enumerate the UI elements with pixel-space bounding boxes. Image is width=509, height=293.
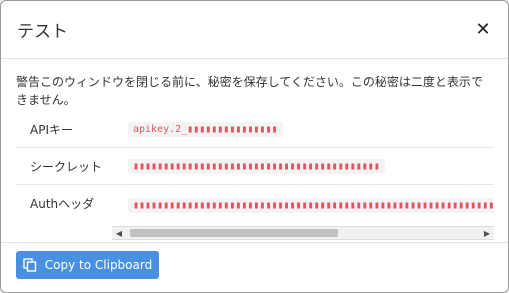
secret-label: シークレット bbox=[30, 159, 103, 174]
copy-icon bbox=[23, 258, 36, 272]
table-row-auth-header: Authヘッダ ▮▮▮▮▮▮▮▮▮▮▮▮▮▮▮▮▮▮▮▮▮▮▮▮▮▮▮▮▮▮▮▮… bbox=[16, 185, 494, 221]
copy-to-clipboard-button[interactable]: Copy to Clipboard bbox=[16, 251, 159, 279]
dialog-title: テスト bbox=[17, 22, 68, 42]
auth-header-label: Authヘッダ bbox=[30, 196, 95, 211]
scroll-left-icon[interactable]: ◀ bbox=[112, 227, 126, 239]
scroll-right-icon[interactable]: ▶ bbox=[480, 227, 494, 239]
footer-divider bbox=[1, 242, 508, 243]
auth-header-value[interactable]: ▮▮▮▮▮▮▮▮▮▮▮▮▮▮▮▮▮▮▮▮▮▮▮▮▮▮▮▮▮▮▮▮▮▮▮▮▮▮▮▮… bbox=[128, 198, 494, 213]
horizontal-scrollbar[interactable]: ◀ ▶ bbox=[112, 226, 494, 240]
secrets-table: APIキー apikey.2_▮▮▮▮▮▮▮▮▮▮▮▮▮▮▮ シークレット ▮▮… bbox=[16, 111, 494, 221]
apikey-label: APIキー bbox=[30, 122, 73, 137]
close-icon[interactable]: ✕ bbox=[472, 19, 494, 41]
secret-value[interactable]: ▮▮▮▮▮▮▮▮▮▮▮▮▮▮▮▮▮▮▮▮▮▮▮▮▮▮▮▮▮▮▮▮▮▮▮▮▮▮▮▮… bbox=[128, 158, 385, 174]
table-row-secret: シークレット ▮▮▮▮▮▮▮▮▮▮▮▮▮▮▮▮▮▮▮▮▮▮▮▮▮▮▮▮▮▮▮▮▮… bbox=[16, 148, 494, 185]
dialog-header: テスト ✕ bbox=[1, 1, 508, 59]
apikey-value[interactable]: apikey.2_▮▮▮▮▮▮▮▮▮▮▮▮▮▮▮ bbox=[128, 121, 283, 137]
copy-button-label: Copy to Clipboard bbox=[44, 258, 153, 272]
table-row-apikey: APIキー apikey.2_▮▮▮▮▮▮▮▮▮▮▮▮▮▮▮ bbox=[16, 111, 494, 148]
warning-message: 警告このウィンドウを閉じる前に、秘密を保存してください。この秘密は二度と表示でき… bbox=[16, 75, 483, 107]
secret-dialog: テスト ✕ 警告このウィンドウを閉じる前に、秘密を保存してください。この秘密は二… bbox=[0, 0, 509, 293]
auth-header-clip: ▮▮▮▮▮▮▮▮▮▮▮▮▮▮▮▮▮▮▮▮▮▮▮▮▮▮▮▮▮▮▮▮▮▮▮▮▮▮▮▮… bbox=[128, 193, 494, 213]
scrollbar-thumb[interactable] bbox=[130, 229, 338, 237]
